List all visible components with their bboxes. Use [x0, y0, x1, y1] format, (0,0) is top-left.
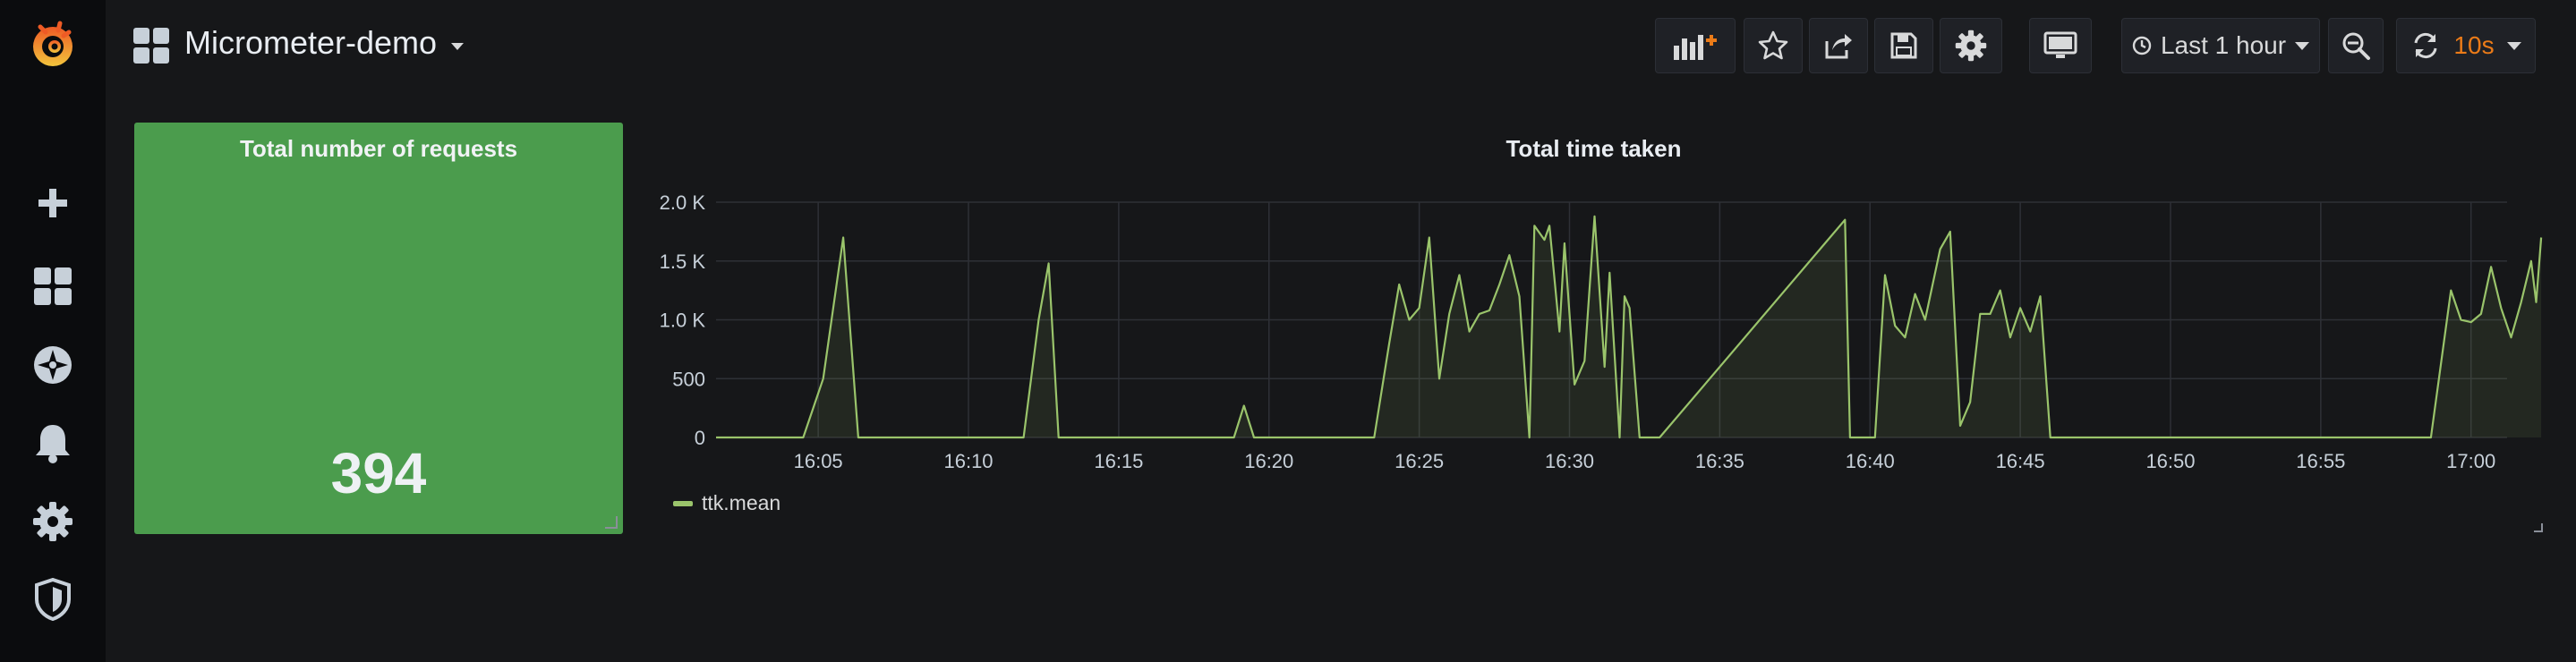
zoom-out-icon	[2342, 32, 2370, 60]
series-area	[716, 216, 2542, 437]
dashboard-title: Micrometer-demo	[184, 24, 438, 61]
legend-item[interactable]: ttk.mean	[673, 491, 780, 515]
dashboard-grid-icon	[132, 27, 170, 64]
chevron-down-icon	[451, 43, 465, 50]
x-tick-label: 17:00	[2446, 450, 2495, 472]
refresh-picker[interactable]: 10s	[2396, 18, 2536, 73]
time-range-label: Last 1 hour	[2160, 31, 2287, 59]
y-tick-label: 500	[672, 368, 705, 390]
explore-compass-icon[interactable]	[0, 329, 106, 401]
y-tick-label: 2.0 K	[660, 191, 706, 214]
save-dashboard-button[interactable]	[1874, 18, 1933, 73]
stat-panel-total-requests: Total number of requests 394	[134, 123, 623, 534]
x-tick-label: 16:30	[1545, 450, 1594, 472]
x-tick-label: 16:10	[943, 450, 993, 472]
graph-plot[interactable]: 0 500 1.0 K 1.5 K 2.0 K 16:05 16:10 16:15 16:20 1…	[643, 123, 2545, 534]
monitor-icon	[2043, 31, 2077, 58]
legend-swatch	[673, 500, 693, 506]
clock-icon	[2132, 36, 2152, 55]
zoom-out-button[interactable]	[2328, 18, 2384, 73]
add-panel-button[interactable]	[1655, 18, 1736, 73]
stat-value: 394	[330, 441, 427, 505]
side-menu	[0, 0, 106, 662]
y-tick-label: 1.0 K	[660, 310, 706, 332]
panel-resize-handle[interactable]	[2534, 523, 2543, 532]
x-tick-label: 16:45	[1996, 450, 2045, 472]
share-icon	[1825, 34, 1852, 59]
share-dashboard-button[interactable]	[1809, 18, 1868, 73]
dashboards-icon[interactable]	[0, 250, 106, 322]
dashboard-settings-button[interactable]	[1940, 18, 2002, 73]
legend-label: ttk.mean	[702, 491, 781, 514]
refresh-interval-label: 10s	[2453, 31, 2495, 59]
dashboard-title-picker[interactable]: Micrometer-demo	[184, 24, 465, 62]
alerting-bell-icon[interactable]	[0, 407, 106, 479]
view-mode-button[interactable]	[2029, 18, 2092, 73]
chevron-down-icon	[2295, 41, 2310, 50]
gear-icon	[1955, 30, 1987, 62]
x-tick-label: 16:55	[2296, 450, 2345, 472]
graph-panel-total-time: 0 500 1.0 K 1.5 K 2.0 K 16:05 16:10 16:15 16:20 1…	[643, 123, 2545, 534]
star-icon	[1758, 30, 1788, 60]
x-tick-label: 16:35	[1695, 450, 1744, 472]
refresh-icon	[2414, 32, 2437, 59]
y-tick-label: 1.5 K	[660, 250, 706, 273]
y-tick-label: 0	[695, 427, 705, 449]
x-tick-label: 16:20	[1244, 450, 1293, 472]
star-dashboard-button[interactable]	[1744, 18, 1803, 73]
panel-title[interactable]: Total time taken	[643, 135, 2545, 163]
panel-resize-handle[interactable]	[605, 516, 618, 529]
panel-title[interactable]: Total number of requests	[134, 135, 623, 163]
save-icon	[1890, 32, 1917, 59]
grafana-logo-icon[interactable]	[0, 9, 106, 81]
chevron-down-icon	[2506, 41, 2521, 50]
server-admin-shield-icon[interactable]	[0, 564, 106, 635]
x-tick-label: 16:40	[1846, 450, 1895, 472]
time-range-picker[interactable]: Last 1 hour	[2121, 18, 2320, 73]
create-plus-icon[interactable]	[0, 167, 106, 239]
x-tick-label: 16:05	[794, 450, 843, 472]
x-tick-label: 16:25	[1395, 450, 1444, 472]
x-tick-label: 16:50	[2145, 450, 2195, 472]
add-panel-icon	[1674, 35, 1717, 60]
x-tick-label: 16:15	[1094, 450, 1143, 472]
configuration-gear-icon[interactable]	[0, 486, 106, 557]
